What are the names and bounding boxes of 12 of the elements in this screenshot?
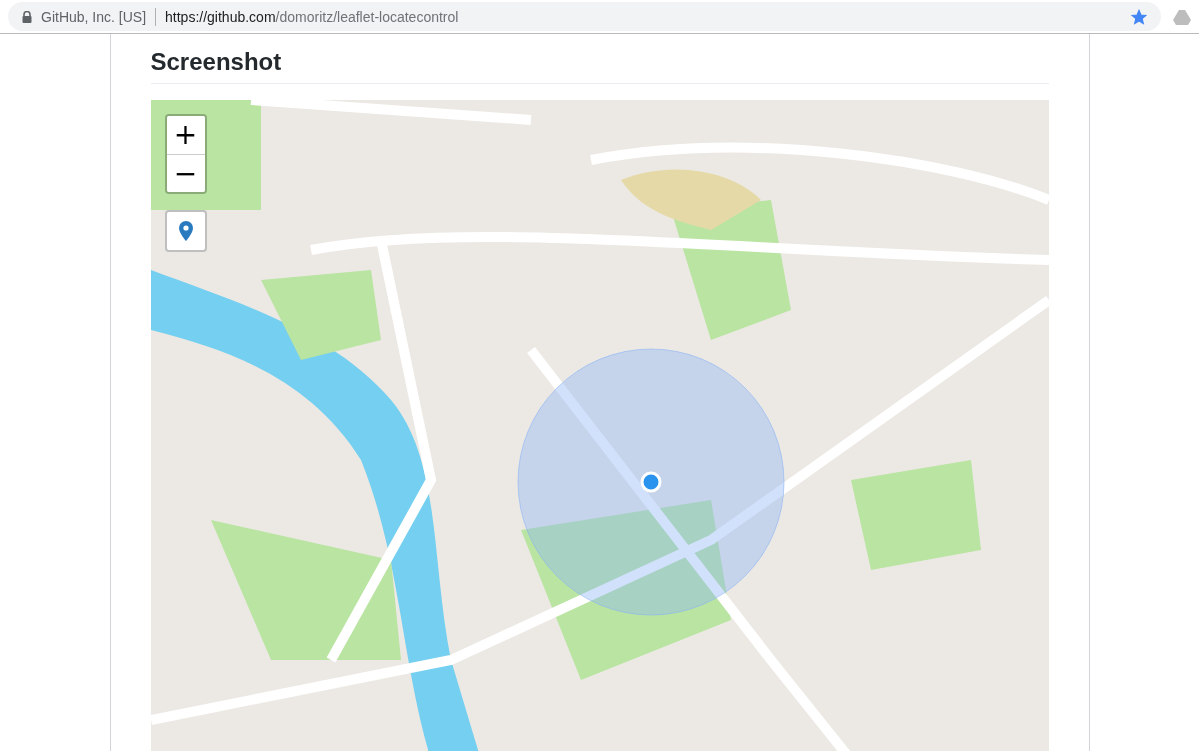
zoom-in-button[interactable]: + bbox=[166, 116, 205, 154]
locate-button[interactable] bbox=[164, 210, 207, 252]
site-identity: GitHub, Inc. [US] bbox=[41, 8, 147, 25]
map[interactable]: + − bbox=[150, 100, 1049, 751]
section-heading: Screenshot bbox=[150, 48, 1049, 84]
address-bar[interactable]: GitHub, Inc. [US] https://github.com/domoritz/leaflet-locatecontrol bbox=[8, 2, 1161, 31]
url-path: /domoritz/leaflet-locatecontrol bbox=[275, 8, 459, 25]
star-icon[interactable] bbox=[1131, 8, 1147, 25]
url-host: https://github.com bbox=[165, 8, 276, 25]
zoom-out-button[interactable]: − bbox=[166, 154, 205, 192]
map-pin-icon bbox=[178, 221, 193, 241]
lock-icon bbox=[22, 10, 32, 23]
